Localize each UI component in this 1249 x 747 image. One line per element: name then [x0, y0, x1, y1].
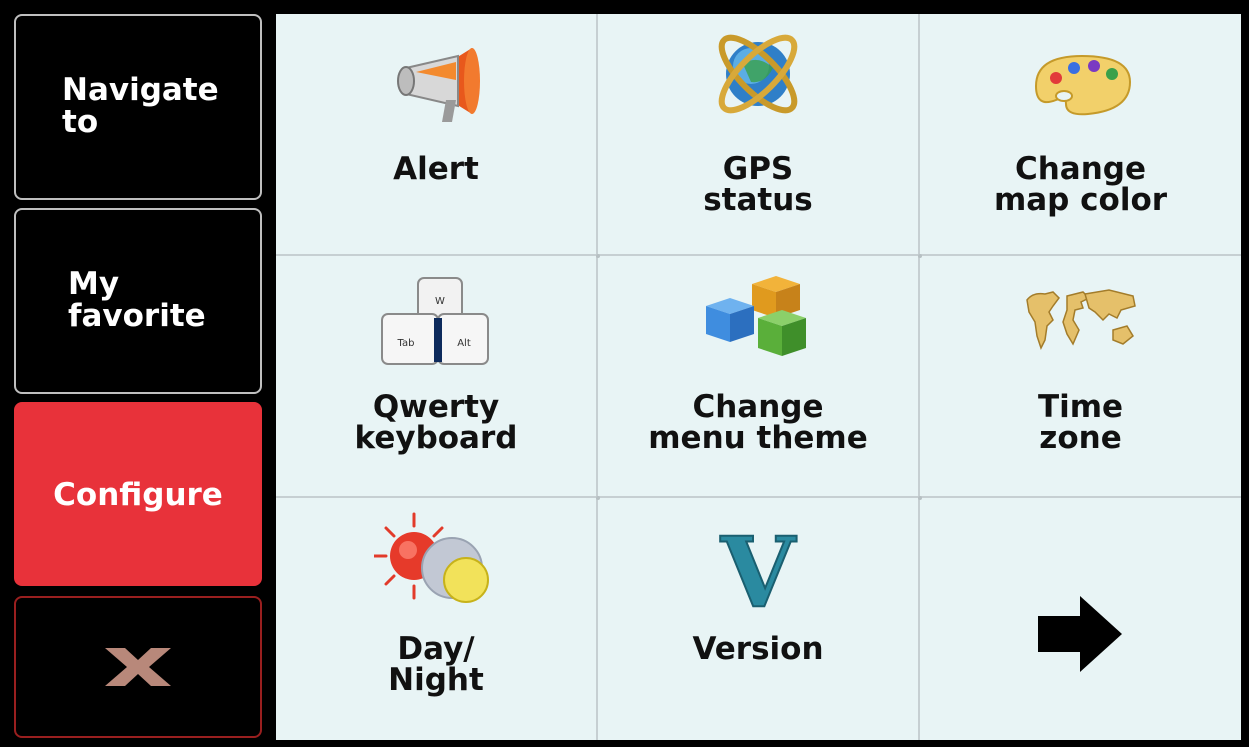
- configure-label: Configure: [53, 477, 223, 513]
- menu-item-gps-status[interactable]: GPS status: [598, 14, 920, 256]
- navigate-to-label: Navigate to: [62, 72, 219, 140]
- alert-label: Alert: [393, 151, 479, 187]
- globe-orbit-icon: [718, 34, 798, 114]
- configure-menu-grid: Alert GPS status Change map color W Tab …: [276, 14, 1241, 740]
- version-label: Version: [692, 631, 824, 667]
- change-map-color-label: Change map color: [993, 151, 1168, 218]
- my-favorite-label: My favorite: [68, 266, 206, 334]
- menu-item-time-zone[interactable]: Time zone: [920, 256, 1241, 498]
- svg-text:V: V: [720, 522, 797, 618]
- world-map-icon: [1025, 289, 1136, 350]
- sidebar: Navigate to My favorite Configure: [10, 10, 266, 740]
- menu-item-change-menu-theme[interactable]: Change menu theme: [598, 256, 920, 498]
- navigate-to-button[interactable]: Navigate to: [14, 14, 262, 200]
- menu-item-alert[interactable]: Alert: [276, 14, 598, 256]
- palette-icon: [1034, 54, 1131, 116]
- keyboard-keys-icon: W Tab Alt: [381, 277, 489, 365]
- menu-item-change-map-color[interactable]: Change map color: [920, 14, 1241, 256]
- next-page-button[interactable]: [920, 498, 1241, 740]
- menu-item-day-night[interactable]: Day/ Night: [276, 498, 598, 740]
- grid-dot: [918, 254, 922, 258]
- sun-moon-icon: [374, 512, 489, 603]
- svg-text:W: W: [435, 296, 445, 307]
- qwerty-keyboard-label: Qwerty keyboard: [354, 389, 518, 456]
- menu-item-qwerty-keyboard[interactable]: W Tab Alt Qwerty keyboard: [276, 256, 598, 498]
- next-arrow-icon: [1037, 596, 1122, 672]
- configure-button[interactable]: Configure: [14, 402, 262, 586]
- cubes-icon: [706, 276, 806, 356]
- day-night-label: Day/ Night: [388, 631, 484, 698]
- svg-text:Alt: Alt: [457, 338, 471, 349]
- gps-status-label: GPS status: [703, 151, 813, 218]
- close-x-icon: [105, 648, 171, 686]
- megaphone-icon: [397, 48, 480, 122]
- menu-item-version[interactable]: V Version: [598, 498, 920, 740]
- time-zone-label: Time zone: [1037, 389, 1124, 456]
- close-button[interactable]: [14, 596, 262, 738]
- my-favorite-button[interactable]: My favorite: [14, 208, 262, 394]
- grid-dot: [596, 254, 600, 258]
- svg-text:Tab: Tab: [397, 338, 415, 349]
- change-menu-theme-label: Change menu theme: [648, 389, 868, 456]
- letter-v-icon: V: [719, 522, 798, 618]
- grid-dot: [918, 496, 922, 500]
- grid-dot: [596, 496, 600, 500]
- device-screen: Navigate to My favorite Configure Alert …: [0, 0, 1249, 747]
